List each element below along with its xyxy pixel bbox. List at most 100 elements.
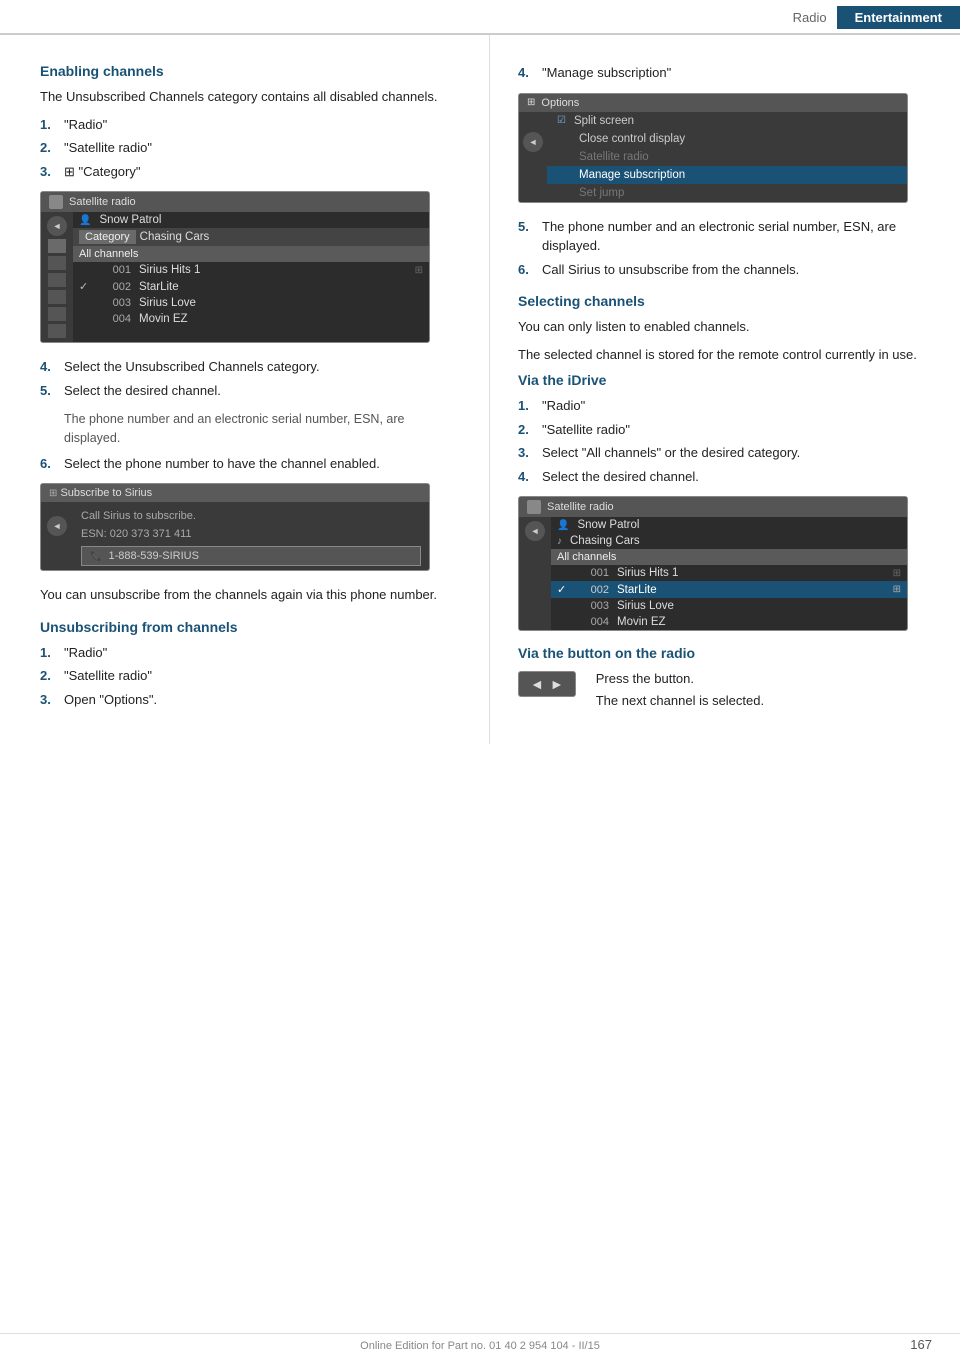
ss3-person-icon: 👤	[557, 520, 569, 531]
ss2-nav-btn[interactable]: ◄	[47, 516, 67, 536]
nav-icon1	[48, 239, 66, 253]
ss1-person-icon: 👤	[79, 215, 91, 226]
enabling-step-6: 6. Select the phone number to have the c…	[40, 454, 461, 474]
ss3-ch002: ✓ 002 StarLite ⊞	[551, 581, 907, 598]
ss-opt-row-split: ☑ Split screen	[547, 112, 907, 130]
enabling-step-2: 2. "Satellite radio"	[40, 138, 461, 158]
step-text-2: "Satellite radio"	[64, 138, 461, 158]
ss-opt-layout: ◄ ☑ Split screen Close control display S…	[519, 112, 907, 202]
ss1-ch004: 004 Movin EZ	[73, 311, 429, 327]
selecting-intro2: The selected channel is stored for the r…	[518, 345, 932, 365]
ss1-ch001-name: Sirius Hits 1	[139, 264, 200, 276]
step-text-1: "Radio"	[64, 115, 461, 135]
right-column: 4. "Manage subscription" ⊞ Options ◄ ☑ S…	[490, 35, 960, 744]
unsub-num-2: 2.	[40, 666, 58, 686]
unsubscribing-title: Unsubscribing from channels	[40, 619, 461, 635]
ss3-ch001-num: 001	[579, 567, 609, 579]
ss1-ch002-num: 002	[101, 281, 131, 293]
unsub-step-2: 2. "Satellite radio"	[40, 666, 461, 686]
ss2-body2: ESN: 020 373 371 411	[73, 524, 429, 542]
unsub-num-1: 1.	[40, 643, 58, 663]
ss1-ch001-num: 001	[101, 264, 131, 276]
right-step5-text: The phone number and an electronic seria…	[542, 217, 932, 256]
radio-button-image: ◄ ►	[518, 671, 576, 697]
ss2-title-bar: ⊞ Subscribe to Sirius	[41, 484, 429, 502]
ss2-phone: 1-888-539-SIRIUS	[108, 550, 199, 562]
via-btn-row: ◄ ► Press the button. The next channel i…	[518, 669, 932, 718]
ss3-note-icon: ♪	[557, 536, 562, 547]
step-num-3: 3.	[40, 162, 58, 182]
ss1-ch003: 003 Sirius Love	[73, 295, 429, 311]
nav-icon3	[48, 273, 66, 287]
ss3-right: 👤 Snow Patrol ♪ Chasing Cars All channel…	[551, 517, 907, 630]
ss2-title: Subscribe to Sirius	[60, 487, 152, 499]
unsub-num-3: 3.	[40, 690, 58, 710]
ss1-ch003-name: Sirius Love	[139, 297, 196, 309]
ss1-title: Satellite radio	[69, 196, 136, 208]
ss-opt-split: Split screen	[574, 115, 634, 127]
ss2-body1: Call Sirius to subscribe.	[73, 502, 429, 524]
ss3-row-chasing: ♪ Chasing Cars	[551, 533, 907, 549]
ss1-chasing-cars: Chasing Cars	[140, 231, 210, 243]
enabling-steps-4-6: 4. Select the Unsubscribed Channels cate…	[40, 357, 461, 400]
selecting-channels-title: Selecting channels	[518, 293, 932, 309]
footer-text: Online Edition for Part no. 01 40 2 954 …	[360, 1340, 600, 1352]
ss1-ch001-icon: ⊞	[415, 265, 423, 276]
ss-opt-row-manage: Manage subscription	[547, 166, 907, 184]
ss1-title-bar: Satellite radio	[41, 192, 429, 212]
ss-opt-row-satellite: Satellite radio	[547, 148, 907, 166]
right-step6-num: 6.	[518, 260, 536, 280]
ss3-chasing-cars: Chasing Cars	[570, 535, 640, 547]
via-button-title: Via the button on the radio	[518, 645, 932, 661]
ss-check-icon: ☑	[557, 115, 566, 126]
nav-icon6	[48, 324, 66, 338]
ss-opt-title-bar: ⊞ Options	[519, 94, 907, 112]
unsubscribe-note: You can unsubscribe from the channels ag…	[40, 585, 461, 605]
step-num-5: 5.	[40, 381, 58, 401]
ss-opt-manage: Manage subscription	[579, 169, 685, 181]
idrive-text-3: Select "All channels" or the desired cat…	[542, 443, 932, 463]
unsubscribing-steps: 1. "Radio" 2. "Satellite radio" 3. Open …	[40, 643, 461, 710]
ss1-category-label: Category	[79, 230, 136, 244]
via-button-section: Via the button on the radio ◄ ► Press th…	[518, 645, 932, 718]
ss3-left-nav: ◄	[519, 517, 551, 630]
ss-opt-row-jump: Set jump	[547, 184, 907, 202]
step-num-2: 2.	[40, 138, 58, 158]
right-step5-num: 5.	[518, 217, 536, 256]
ss1-left-nav: ◄	[41, 212, 73, 342]
ss-opt-jump: Set jump	[579, 187, 624, 199]
page-number: 167	[910, 1337, 932, 1352]
ss1-snow-patrol: Snow Patrol	[99, 214, 161, 226]
ss-opt-nav-btn[interactable]: ◄	[523, 132, 543, 152]
via-idrive-section: Via the iDrive 1. "Radio" 2. "Satellite …	[518, 372, 932, 631]
step-text-4: Select the Unsubscribed Channels categor…	[64, 357, 461, 377]
via-btn-press: Press the button.	[596, 669, 932, 689]
ss3-title-bar: Satellite radio	[519, 497, 907, 517]
right-step6-text: Call Sirius to unsubscribe from the chan…	[542, 260, 932, 280]
ss1-ch002: ✓ 002 StarLite	[73, 278, 429, 295]
ss3-nav-btn[interactable]: ◄	[525, 521, 545, 541]
page-header: Radio Entertainment	[0, 0, 960, 35]
idrive-num-1: 1.	[518, 396, 536, 416]
right-step4-num: 4.	[518, 63, 536, 83]
ss-opt-left-nav: ◄	[519, 112, 547, 202]
unsub-text-2: "Satellite radio"	[64, 666, 461, 686]
ss3-ch002-name: StarLite	[617, 584, 657, 596]
ss-opt-satellite: Satellite radio	[579, 151, 649, 163]
right-step-5: 5. The phone number and an electronic se…	[518, 217, 932, 256]
ss1-ch002-check: ✓	[79, 280, 93, 293]
ss3-ch004-name: Movin EZ	[617, 616, 666, 628]
idrive-num-3: 3.	[518, 443, 536, 463]
ss-opt-close: Close control display	[579, 133, 685, 145]
enabling-step-3: 3. ⊞ "Category"	[40, 162, 461, 182]
step-num-1: 1.	[40, 115, 58, 135]
idrive-text-4: Select the desired channel.	[542, 467, 932, 487]
ss1-row-snow: 👤 Snow Patrol	[73, 212, 429, 228]
ss3-ch002-check: ✓	[557, 583, 571, 596]
selecting-channels-section: Selecting channels You can only listen t…	[518, 293, 932, 718]
nav-back-icon[interactable]: ◄	[47, 216, 67, 236]
right-steps-5-6: 5. The phone number and an electronic se…	[518, 217, 932, 280]
via-btn-img-wrap: ◄ ►	[518, 671, 586, 697]
ss1-icon	[49, 195, 63, 209]
idrive-step-1: 1. "Radio"	[518, 396, 932, 416]
